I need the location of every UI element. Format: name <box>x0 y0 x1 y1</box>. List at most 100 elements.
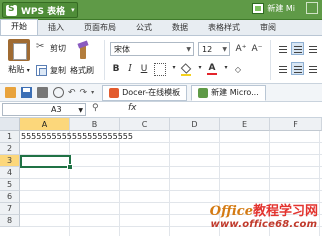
chevron-down-icon[interactable]: ▾ <box>91 89 94 96</box>
row-header[interactable]: 8 <box>0 215 20 227</box>
border-icon[interactable] <box>154 63 166 76</box>
spreadsheet-icon <box>198 87 209 98</box>
watermark-brand: Office <box>209 204 253 219</box>
column-header[interactable]: F <box>270 118 322 131</box>
font-color-button[interactable]: A <box>206 62 218 75</box>
worksheet-grid[interactable]: A B C D E F 1 2 3 4 5 6 7 8 555555555555… <box>0 118 322 236</box>
titlebar-right: 新建 Mi <box>252 2 318 14</box>
font-name-value: 宋体 <box>114 44 130 54</box>
watermark-brand-cn: 教程学习网 <box>252 204 318 219</box>
print-preview-icon[interactable] <box>53 87 64 98</box>
bold-button[interactable]: B <box>110 63 122 76</box>
tab-review[interactable]: 审阅 <box>250 21 286 35</box>
undo-icon[interactable]: ↶ <box>68 88 76 98</box>
ribbon-home: 粘贴 ▾ 剪切 复制 格式刷 宋体 ▼ 12 ▼ A⁺ A⁻ B I U ▾ ▾… <box>0 36 322 84</box>
row-header[interactable]: 7 <box>0 203 20 215</box>
document-icon <box>252 2 265 14</box>
app-menu-button[interactable]: WPS 表格 ▾ <box>2 2 78 18</box>
save-icon[interactable] <box>21 87 32 98</box>
format-painter-button[interactable]: 格式刷 <box>70 63 94 77</box>
align-right-button[interactable] <box>306 62 319 75</box>
formula-bar: A3 ▼ ⚲ fx <box>0 102 322 118</box>
align-left-icon <box>279 66 287 73</box>
align-left-button[interactable] <box>276 62 289 75</box>
fill-color-swatch <box>181 74 191 76</box>
clear-format-icon[interactable]: ◇ <box>232 63 244 76</box>
copy-label: 复制 <box>50 65 66 75</box>
column-header[interactable]: E <box>220 118 270 131</box>
quick-access-bar: ↶ ↷ ▾ Docer-在线模板 新建 Micro... <box>0 84 322 102</box>
shrink-font-button[interactable]: A⁻ <box>250 43 264 56</box>
column-header[interactable]: D <box>170 118 220 131</box>
tab-formulas[interactable]: 公式 <box>126 21 162 35</box>
tab-data[interactable]: 数据 <box>162 21 198 35</box>
align-top-button[interactable] <box>276 42 289 55</box>
watermark: Office教程学习网 www.office68.com <box>210 200 318 230</box>
print-icon[interactable] <box>37 87 48 98</box>
chevron-down-icon[interactable]: ▾ <box>168 61 180 74</box>
app-label: WPS 表格 <box>21 6 66 17</box>
watermark-url: www.office68.com <box>210 219 318 230</box>
row-header[interactable]: 6 <box>0 191 20 203</box>
format-painter-icon <box>80 45 86 59</box>
select-all-corner[interactable] <box>0 118 20 131</box>
paste-label: 粘贴 <box>8 65 25 74</box>
font-name-select[interactable]: 宋体 ▼ <box>110 42 194 56</box>
align-center-icon <box>294 66 302 73</box>
tab-table-style[interactable]: 表格样式 <box>198 21 250 35</box>
row-header[interactable]: 2 <box>0 143 20 155</box>
fill-color-button[interactable] <box>180 63 192 76</box>
document-title: 新建 Mi <box>267 3 295 13</box>
title-bar: WPS 表格 ▾ 新建 Mi <box>0 0 322 20</box>
row-header[interactable]: 3 <box>0 155 20 167</box>
chevron-down-icon: ▼ <box>78 107 83 114</box>
align-right-icon <box>309 66 317 73</box>
tab-page-layout[interactable]: 页面布局 <box>74 21 126 35</box>
format-painter-glyph[interactable] <box>72 41 89 63</box>
cut-button[interactable]: 剪切 <box>36 41 66 55</box>
row-header[interactable]: 4 <box>0 167 20 179</box>
open-folder-icon[interactable] <box>5 87 16 98</box>
copy-button[interactable]: 复制 <box>36 63 66 77</box>
column-header[interactable]: B <box>70 118 120 131</box>
divider <box>270 40 271 80</box>
align-center-button[interactable] <box>291 62 304 75</box>
copy-icon <box>36 64 47 76</box>
docer-icon <box>109 87 120 98</box>
docer-tab-label: Docer-在线模板 <box>122 88 181 97</box>
tab-insert[interactable]: 插入 <box>38 21 74 35</box>
wps-logo-icon <box>6 4 17 16</box>
cell-a1[interactable]: 5555555555555555555555 <box>20 131 133 143</box>
magnifier-icon[interactable]: ⚲ <box>92 103 99 113</box>
cut-label: 剪切 <box>50 43 66 53</box>
align-bottom-button[interactable] <box>306 42 319 55</box>
chevron-down-icon: ▼ <box>222 46 227 53</box>
font-color-swatch <box>207 73 217 75</box>
paste-button[interactable]: 粘贴 ▾ <box>4 39 34 75</box>
tab-new-workbook[interactable]: 新建 Micro... <box>191 84 266 101</box>
minimize-button[interactable] <box>306 2 318 14</box>
grow-font-button[interactable]: A⁺ <box>234 43 248 56</box>
underline-button[interactable]: U <box>138 63 150 76</box>
name-box[interactable]: A3 ▼ <box>2 103 86 116</box>
align-middle-button[interactable] <box>291 42 304 55</box>
chevron-down-icon[interactable]: ▾ <box>194 61 206 74</box>
tab-docer-templates[interactable]: Docer-在线模板 <box>102 84 188 101</box>
column-header[interactable]: A <box>20 118 70 131</box>
italic-button[interactable]: I <box>124 63 136 76</box>
font-size-value: 12 <box>202 44 213 54</box>
active-cell-selection[interactable] <box>20 155 73 170</box>
font-color-label: A <box>208 63 216 73</box>
font-size-select[interactable]: 12 ▼ <box>198 42 230 56</box>
tab-home[interactable]: 开始 <box>0 19 38 35</box>
paste-icon <box>8 39 30 61</box>
column-header[interactable]: C <box>120 118 170 131</box>
ribbon-tabs: 开始 插入 页面布局 公式 数据 表格样式 审阅 <box>0 19 322 36</box>
chevron-down-icon[interactable]: ▾ <box>220 61 232 74</box>
fill-color-icon <box>180 63 192 74</box>
redo-icon[interactable]: ↷ <box>80 88 88 98</box>
insert-function-button[interactable]: fx <box>128 103 137 113</box>
doc-tab-label: 新建 Micro... <box>211 88 259 97</box>
row-header[interactable]: 5 <box>0 179 20 191</box>
row-header[interactable]: 1 <box>0 131 20 143</box>
